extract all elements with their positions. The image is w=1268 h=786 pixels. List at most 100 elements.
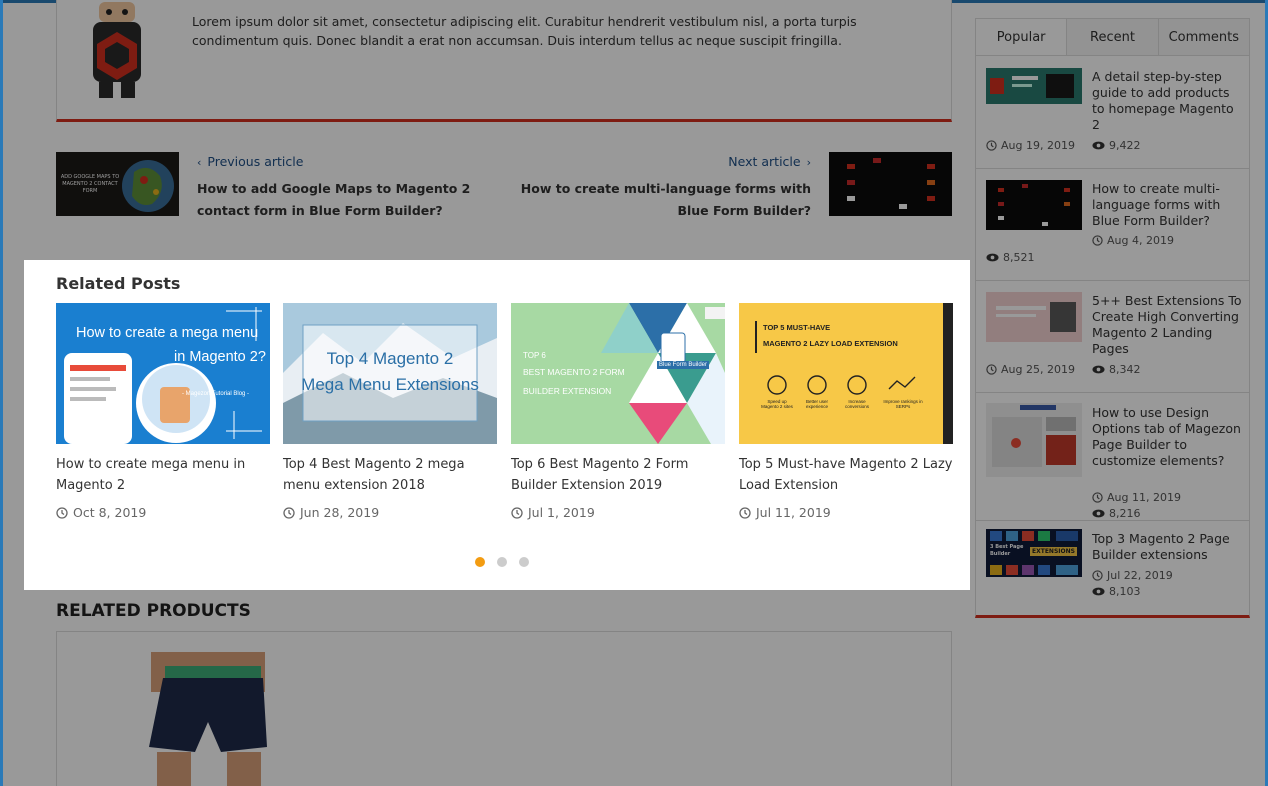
clock-icon <box>1092 570 1103 581</box>
sidebar-post-views: 8,216 <box>1092 507 1141 520</box>
sidebar-post-item[interactable]: A detail step-by-step guide to add produ… <box>976 57 1249 169</box>
next-article-label: Next article <box>728 154 801 169</box>
related-post-image[interactable]: Top 4 Magento 2 Mega Menu Extensions <box>283 303 497 444</box>
sidebar-views-text: 9,422 <box>1109 139 1141 152</box>
related-post-image[interactable]: TOP 5 MUST-HAVE MAGENTO 2 LAZY LOAD EXTE… <box>739 303 953 444</box>
sidebar-post-title[interactable]: How to use Design Options tab of Magezon… <box>1092 405 1242 469</box>
related-products-box <box>56 631 952 786</box>
related-post-date: Jul 1, 2019 <box>511 505 595 520</box>
post-image-text: Mega Menu Extensions <box>301 375 479 394</box>
chevron-left-icon: ‹ <box>197 156 202 169</box>
clock-icon <box>1092 492 1103 503</box>
related-post-title[interactable]: Top 6 Best Magento 2 Form Builder Extens… <box>511 454 725 496</box>
related-post-card[interactable]: TOP 6 BEST MAGENTO 2 FORM BUILDER EXTENS… <box>511 303 725 520</box>
next-article-thumbnail[interactable] <box>829 152 952 216</box>
post-image-feature: Speed up Magento 2 sites <box>761 399 793 409</box>
clock-icon <box>986 140 997 151</box>
sidebar-post-thumbnail[interactable] <box>986 180 1082 230</box>
sidebar-widget: Popular Recent Comments A detail step-by… <box>975 18 1250 618</box>
clock-icon <box>511 506 523 519</box>
carousel-dot[interactable] <box>497 557 507 567</box>
sidebar-post-title[interactable]: How to create multi-language forms with … <box>1092 181 1242 229</box>
post-image-text: BUILDER EXTENSION <box>523 386 612 396</box>
prev-article-title[interactable]: How to add Google Maps to Magento 2 cont… <box>197 178 497 222</box>
chevron-right-icon: › <box>806 156 811 169</box>
sidebar-post-title[interactable]: Top 3 Magento 2 Page Builder extensions <box>1092 531 1242 563</box>
sidebar-views-text: 8,521 <box>1003 251 1035 264</box>
sidebar-views-text: 8,342 <box>1109 363 1141 376</box>
sidebar-post-thumbnail[interactable]: 3 Best Page Builder EXTENSIONS <box>986 529 1082 577</box>
clock-icon <box>739 506 751 519</box>
prev-article-label: Previous article <box>207 154 304 169</box>
post-image-text: MAGENTO 2 LAZY LOAD EXTENSION <box>763 339 898 348</box>
sidebar-post-date: Aug 11, 2019 <box>1092 491 1181 504</box>
related-post-image[interactable]: How to create a mega menu in Magento 2? … <box>56 303 270 444</box>
sidebar-post-title[interactable]: 5++ Best Extensions To Create High Conve… <box>1092 293 1242 357</box>
tab-comments[interactable]: Comments <box>1157 19 1249 55</box>
eye-icon <box>986 253 999 262</box>
product-image[interactable] <box>143 652 273 786</box>
related-post-title[interactable]: How to create mega menu in Magento 2 <box>56 454 270 496</box>
prev-article-thumbnail[interactable]: ADD GOOGLE MAPS TO MAGENTO 2 CONTACT FOR… <box>56 152 179 216</box>
related-post-image[interactable]: TOP 6 BEST MAGENTO 2 FORM BUILDER EXTENS… <box>511 303 725 444</box>
post-image-tag: Blue Form Builder <box>657 361 710 369</box>
eye-icon <box>1092 141 1105 150</box>
sidebar-date-text: Aug 19, 2019 <box>1001 139 1075 152</box>
tab-recent[interactable]: Recent <box>1066 19 1158 55</box>
sidebar-post-item[interactable]: 5++ Best Extensions To Create High Conve… <box>976 281 1249 393</box>
post-image-caption: - Magezon Tutorial Blog - <box>182 391 250 397</box>
sidebar-post-date: Aug 25, 2019 <box>986 363 1075 376</box>
author-bio: Lorem ipsum dolor sit amet, consectetur … <box>192 14 857 48</box>
sidebar-date-text: Aug 25, 2019 <box>1001 363 1075 376</box>
tab-popular[interactable]: Popular <box>976 19 1067 55</box>
sidebar-post-item[interactable]: How to use Design Options tab of Magezon… <box>976 393 1249 521</box>
related-post-card[interactable]: TOP 5 MUST-HAVE MAGENTO 2 LAZY LOAD EXTE… <box>739 303 953 520</box>
post-date-text: Oct 8, 2019 <box>73 505 147 520</box>
sidebar-thumb-badge: EXTENSIONS <box>1030 547 1077 556</box>
next-article-title[interactable]: How to create multi-language forms with … <box>511 178 811 222</box>
related-post-date: Jun 28, 2019 <box>283 505 379 520</box>
sidebar-post-date: Aug 4, 2019 <box>1092 234 1174 247</box>
carousel-pagination <box>475 557 529 567</box>
author-avatar <box>93 2 141 98</box>
sidebar-post-item[interactable]: How to create multi-language forms with … <box>976 169 1249 281</box>
post-image-feature: Improve rankings in SERPs <box>883 399 923 409</box>
sidebar-date-text: Jul 22, 2019 <box>1107 569 1173 582</box>
sidebar-post-date: Aug 19, 2019 <box>986 139 1075 152</box>
prev-article-link[interactable]: ‹ Previous article <box>197 154 303 169</box>
next-article-link[interactable]: Next article › <box>728 154 811 169</box>
post-image-text: How to create a mega menu <box>76 325 259 341</box>
related-post-title[interactable]: Top 4 Best Magento 2 mega menu extension… <box>283 454 497 496</box>
related-products-heading: RELATED PRODUCTS <box>56 601 251 621</box>
sidebar-tabs: Popular Recent Comments <box>976 19 1249 56</box>
sidebar-post-thumbnail[interactable] <box>986 68 1082 104</box>
sidebar-post-thumbnail[interactable] <box>986 292 1082 342</box>
related-post-card[interactable]: How to create a mega menu in Magento 2? … <box>56 303 270 520</box>
sidebar-post-item[interactable]: 3 Best Page Builder EXTENSIONS Top 3 Mag… <box>976 521 1249 613</box>
clock-icon <box>56 506 68 519</box>
prev-thumb-text: ADD GOOGLE MAPS TO MAGENTO 2 CONTACT FOR… <box>60 174 120 194</box>
carousel-dot[interactable] <box>519 557 529 567</box>
sidebar-post-title[interactable]: A detail step-by-step guide to add produ… <box>1092 69 1242 133</box>
post-date-text: Jul 11, 2019 <box>756 505 831 520</box>
carousel-dot[interactable] <box>475 557 485 567</box>
sidebar-post-date: Jul 22, 2019 <box>1092 569 1173 582</box>
related-posts-heading: Related Posts <box>56 274 181 293</box>
post-date-text: Jul 1, 2019 <box>528 505 595 520</box>
eye-icon <box>1092 365 1105 374</box>
sidebar-date-text: Aug 11, 2019 <box>1107 491 1181 504</box>
post-image-text: TOP 6 <box>523 351 546 360</box>
related-post-title[interactable]: Top 5 Must-have Magento 2 Lazy Load Exte… <box>739 454 953 496</box>
related-post-date: Jul 11, 2019 <box>739 505 831 520</box>
post-image-feature: Increase conversions <box>844 399 869 409</box>
sidebar-post-views: 8,342 <box>1092 363 1141 376</box>
sidebar-thumb-text: 3 Best Page Builder <box>990 544 1024 557</box>
sidebar-post-views: 8,103 <box>1092 585 1141 598</box>
post-image-text: Top 4 Magento 2 <box>326 349 454 368</box>
related-post-date: Oct 8, 2019 <box>56 505 146 520</box>
sidebar-post-views: 9,422 <box>1092 139 1141 152</box>
post-image-text: TOP 5 MUST-HAVE <box>763 323 831 332</box>
sidebar-post-thumbnail[interactable] <box>986 403 1082 477</box>
related-post-card[interactable]: Top 4 Magento 2 Mega Menu Extensions Top… <box>283 303 497 520</box>
clock-icon <box>283 506 295 519</box>
